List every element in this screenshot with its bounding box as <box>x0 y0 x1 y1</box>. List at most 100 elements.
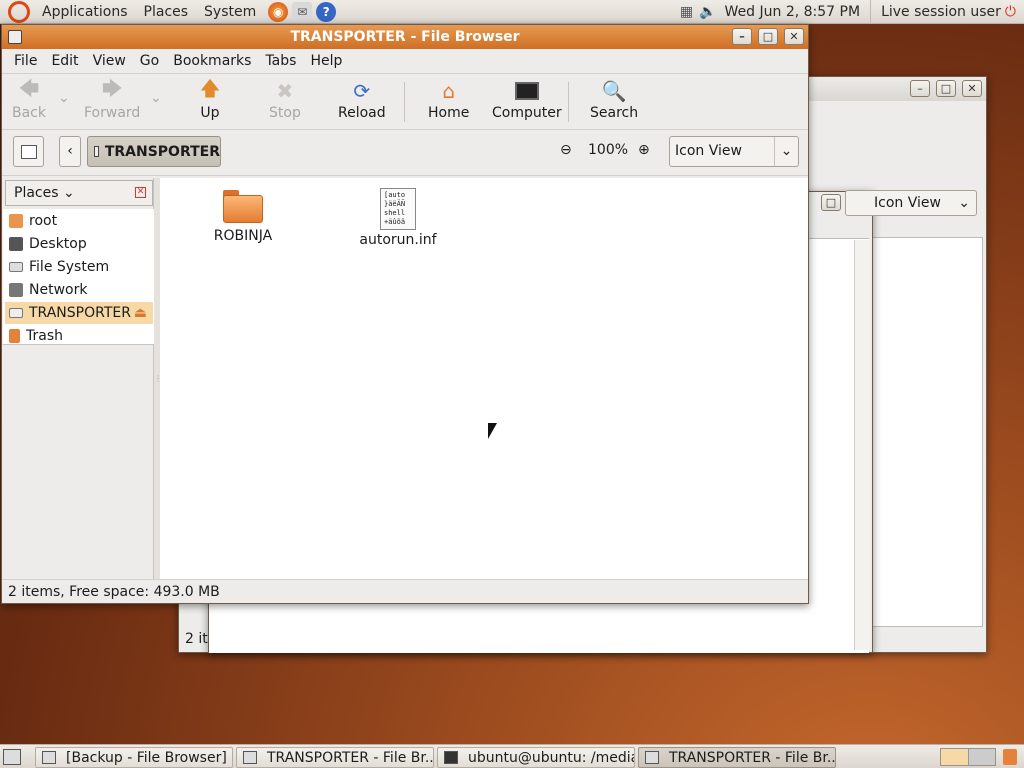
drive-icon <box>9 262 23 272</box>
up-button[interactable]: 🡅 Up <box>198 76 222 121</box>
forward-dropdown[interactable]: ⌄ <box>150 90 162 106</box>
menu-bookmarks[interactable]: Bookmarks <box>166 53 258 69</box>
search-button[interactable]: 🔍 Search <box>590 79 638 121</box>
file-name: autorun.inf <box>359 232 437 248</box>
menubar: File Edit View Go Bookmarks Tabs Help <box>2 49 808 74</box>
workspace-1[interactable] <box>941 749 969 765</box>
menu-tabs[interactable]: Tabs <box>258 53 303 69</box>
clock[interactable]: Wed Jun 2, 8:57 PM <box>725 0 872 24</box>
vertical-scrollbar[interactable] <box>854 240 870 650</box>
user-menu[interactable]: Live session user <box>871 0 1005 24</box>
background-status: 2 it <box>185 631 208 647</box>
edit-icon <box>20 144 37 159</box>
minimize-button[interactable]: – <box>732 28 752 45</box>
toolbar: 🡄 Back ⌄ 🡆 Forward ⌄ 🡅 Up ✖ Stop ⟳ Reloa… <box>2 74 808 130</box>
zoom-in-icon[interactable]: ⊕ <box>638 142 650 158</box>
close-sidebar-icon[interactable]: ✕ <box>135 187 146 198</box>
file-browser-window[interactable]: TRANSPORTER - File Browser – □ ✕ File Ed… <box>1 24 809 604</box>
arrow-up-icon: 🡅 <box>199 76 221 100</box>
close-button[interactable]: ✕ <box>962 80 982 97</box>
reload-button[interactable]: ⟳ Reload <box>338 79 386 121</box>
help-icon[interactable]: ? <box>316 1 337 22</box>
maximize-button[interactable]: □ <box>936 80 956 97</box>
toggle-location-button[interactable] <box>13 136 44 167</box>
text-file-icon: [auto }äëÄÑ shell +äûõâ <box>380 188 416 230</box>
toolbar-separator <box>404 82 405 122</box>
top-panel: Applications Places System ◉ ✉ ? ▦ 🔈 Wed… <box>0 0 1024 24</box>
firefox-icon[interactable]: ◉ <box>268 1 289 22</box>
zoom-out-icon[interactable]: ⊖ <box>560 142 572 158</box>
menu-help[interactable]: Help <box>303 53 349 69</box>
file-browser-icon <box>42 751 56 764</box>
status-text: 2 items, Free space: 493.0 MB <box>8 584 220 600</box>
eject-icon[interactable]: ⏏ <box>134 305 147 321</box>
file-item-folder[interactable]: ROBINJA <box>200 190 286 244</box>
window-titlebar[interactable]: TRANSPORTER - File Browser – □ ✕ <box>2 25 808 49</box>
computer-button[interactable]: Computer <box>492 80 562 121</box>
location-bar: ‹ TRANSPORTER ⊖ 100% ⊕ Icon View ⌄ <box>2 130 808 176</box>
view-mode-select[interactable]: Icon View ⌄ <box>669 136 799 167</box>
task-backup-browser[interactable]: [Backup - File Browser] <box>35 747 233 768</box>
folder-icon <box>223 190 263 224</box>
computer-icon <box>514 80 539 102</box>
menu-edit[interactable]: Edit <box>44 53 85 69</box>
places-list: root Desktop File System Network TRANSPO… <box>3 209 154 345</box>
window-title: TRANSPORTER - File Browser <box>290 29 520 45</box>
zoom-level[interactable]: 100% <box>588 142 628 158</box>
close-button[interactable]: ✕ <box>784 28 804 45</box>
file-browser-icon <box>243 751 257 764</box>
back-button[interactable]: 🡄 Back <box>12 76 46 121</box>
sidebar-item-transporter[interactable]: TRANSPORTER ⏏ <box>5 302 153 324</box>
mouse-cursor-icon <box>488 423 497 439</box>
sidebar-item-root[interactable]: root <box>5 210 153 232</box>
back-dropdown[interactable]: ⌄ <box>58 90 70 106</box>
arrow-left-icon: 🡄 <box>18 76 40 100</box>
power-icon[interactable]: ⏻ <box>1005 4 1016 20</box>
path-button-transporter[interactable]: TRANSPORTER <box>87 136 221 167</box>
maximize-button[interactable]: □ <box>758 28 778 45</box>
workspace-2[interactable] <box>968 749 995 765</box>
show-desktop-button[interactable] <box>3 749 21 765</box>
desktop-icon <box>9 237 23 251</box>
forward-button[interactable]: 🡆 Forward <box>84 76 140 121</box>
volume-icon[interactable]: 🔈 <box>699 4 716 20</box>
sidebar-header: Places ⌄ ✕ <box>5 180 153 206</box>
network-icon[interactable]: ▦ <box>680 4 693 20</box>
trash-icon[interactable] <box>1003 749 1017 765</box>
chevron-down-icon: ⌄ <box>58 185 75 201</box>
sidebar-item-network[interactable]: Network <box>5 279 153 301</box>
toolbar-separator <box>568 82 569 122</box>
workspace-switcher[interactable] <box>940 748 996 766</box>
file-name: ROBINJA <box>213 228 273 244</box>
sidebar-item-desktop[interactable]: Desktop <box>5 233 153 255</box>
chevron-down-icon: ⌄ <box>774 137 798 166</box>
task-transporter-1[interactable]: TRANSPORTER - File Br... <box>236 747 434 768</box>
stop-button[interactable]: ✖ Stop <box>269 79 301 121</box>
chevron-down-icon: ⌄ <box>958 195 970 211</box>
places-dropdown[interactable]: Places <box>14 185 59 201</box>
sidebar: Places ⌄ ✕ root Desktop File System Netw… <box>3 178 154 579</box>
menu-go[interactable]: Go <box>133 53 166 69</box>
task-terminal[interactable]: ubuntu@ubuntu: /media <box>437 747 635 768</box>
menu-view[interactable]: View <box>86 53 133 69</box>
view-mode-select-back[interactable]: Icon View ⌄ <box>845 190 977 216</box>
sidebar-item-file-system[interactable]: File System <box>5 256 153 278</box>
search-icon: 🔍 <box>601 79 627 103</box>
path-back-button[interactable]: ‹ <box>59 136 81 167</box>
places-menu[interactable]: Places <box>136 0 197 24</box>
ubuntu-logo-icon[interactable] <box>8 0 30 23</box>
menu-file[interactable]: File <box>7 53 44 69</box>
applications-menu[interactable]: Applications <box>34 0 136 24</box>
maximize-button[interactable]: □ <box>821 194 841 211</box>
system-menu[interactable]: System <box>196 0 264 24</box>
view-mode-label: Icon View <box>874 195 941 211</box>
minimize-button[interactable]: – <box>910 80 930 97</box>
terminal-icon <box>444 751 458 764</box>
task-transporter-2[interactable]: TRANSPORTER - File Br... <box>638 747 836 768</box>
home-button[interactable]: ⌂ Home <box>428 79 469 121</box>
sidebar-item-trash[interactable]: Trash <box>5 325 153 347</box>
file-item-text[interactable]: [auto }äëÄÑ shell +äûõâ autorun.inf <box>350 188 446 248</box>
file-view[interactable]: ROBINJA [auto }äëÄÑ shell +äûõâ autorun.… <box>160 178 808 579</box>
mail-icon[interactable]: ✉ <box>292 1 313 22</box>
reload-icon: ⟳ <box>353 79 371 103</box>
